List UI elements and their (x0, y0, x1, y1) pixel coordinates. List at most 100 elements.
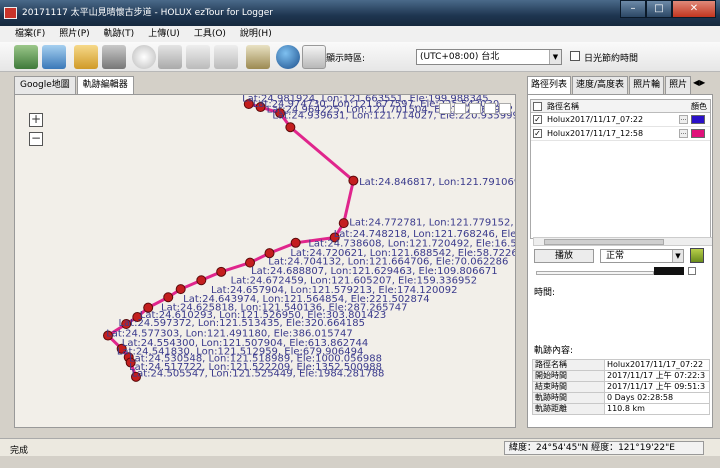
timezone-value: (UTC+08:00) 台北 (420, 52, 500, 62)
speed-select[interactable]: 正常 ▼ (600, 249, 684, 263)
tab-track-list[interactable]: 路徑列表 (527, 76, 572, 94)
track-point-marker[interactable] (175, 284, 186, 295)
window-controls: – □ ✕ (620, 0, 716, 20)
menu-bar: 檔案(F) 照片(P) 軌跡(T) 上傳(U) 工具(O) 說明(H) (0, 26, 720, 42)
zoom-in-button[interactable]: + (29, 113, 43, 127)
info-value: 110.8 km (604, 403, 710, 415)
google-earth-icon[interactable] (276, 45, 300, 69)
clock-icon[interactable] (132, 45, 156, 69)
menu-help[interactable]: 說明(H) (233, 26, 279, 42)
kmz-icon[interactable] (302, 45, 326, 69)
table-row: 軌跡時間 0 Days 02:28:58 (532, 392, 710, 404)
info-key: 軌跡距離 (532, 403, 605, 415)
track-point-marker[interactable] (338, 218, 349, 229)
minimize-button[interactable]: – (620, 0, 646, 18)
cursor-coordinates: 緯度：24°54'45"N 經度：121°19'22"E (504, 441, 704, 455)
track-row[interactable]: ✓ Holux2017/11/17_12:58 … (531, 127, 710, 141)
more-options-icon[interactable]: … (679, 129, 688, 138)
track-map[interactable]: Lat:24.981924, Lon:121.663551, Ele:199.9… (15, 95, 516, 428)
horizontal-scrollbar[interactable] (533, 237, 712, 246)
fit-icon[interactable] (499, 103, 511, 114)
menu-tools[interactable]: 工具(O) (187, 26, 233, 42)
playback-slider[interactable] (536, 271, 654, 275)
track-name: Holux2017/11/17_07:22 (547, 115, 644, 124)
locr-icon[interactable] (214, 45, 238, 69)
scroll-thumb[interactable] (544, 239, 664, 245)
tab-photo-wheel[interactable]: 照片輪 (629, 76, 665, 94)
info-key: 結束時間 (532, 381, 605, 393)
track-point-marker[interactable] (290, 237, 301, 248)
track-point-marker[interactable] (285, 122, 296, 133)
close-button[interactable]: ✕ (672, 0, 716, 18)
info-value: 0 Days 02:28:58 (604, 392, 710, 404)
table-icon[interactable] (484, 103, 496, 114)
tab-speed-altitude[interactable]: 速度/高度表 (572, 76, 629, 94)
tab-photos[interactable]: 照片 (665, 76, 692, 94)
track-content-label: 軌跡內容: (534, 346, 574, 356)
track-row[interactable]: ✓ Holux2017/11/17_07:22 … (531, 113, 710, 127)
title-bar: 20171117 太平山見晴懷古步道 - HOLUX ezTour for Lo… (0, 0, 720, 26)
track-color-swatch[interactable] (691, 129, 705, 138)
tab-track-editor[interactable]: 軌跡編輯器 (76, 76, 134, 95)
open-folder-icon[interactable] (74, 45, 98, 69)
app-icon (4, 7, 17, 19)
redo-icon[interactable] (454, 103, 466, 114)
track-point-marker[interactable] (348, 175, 359, 186)
track-name: Holux2017/11/17_12:58 (547, 129, 644, 138)
menu-file[interactable]: 檔案(F) (8, 26, 52, 42)
track-checkbox[interactable]: ✓ (533, 129, 542, 138)
track-point-marker[interactable] (216, 266, 227, 277)
trash-icon[interactable] (690, 248, 704, 263)
track-point-marker[interactable] (196, 275, 207, 286)
point-label: Lat:24.505547, Lon:121.525449, Ele:1984.… (132, 369, 385, 380)
point-label: Lat:24.597372, Lon:121.513435, Ele:320.6… (118, 318, 365, 329)
menu-upload[interactable]: 上傳(U) (141, 26, 187, 42)
more-options-icon[interactable]: … (679, 115, 688, 124)
import-icon[interactable] (42, 45, 66, 69)
option-checkbox[interactable] (688, 267, 696, 275)
info-value: 2017/11/17 上午 07:22:3 (604, 370, 710, 382)
select-all-checkbox[interactable] (533, 102, 542, 111)
logger-download-icon[interactable] (14, 45, 38, 69)
menu-photo[interactable]: 照片(P) (52, 26, 96, 42)
toolbar: 顯示時區: (UTC+08:00) 台北 ▼ 日光節約時間 (0, 42, 720, 72)
track-panel: 路徑名稱 顏色 ✓ Holux2017/11/17_07:22 … ✓ Holu… (527, 94, 713, 428)
report-icon[interactable] (246, 45, 270, 69)
maximize-button[interactable]: □ (646, 0, 672, 18)
window-title: 20171117 太平山見晴懷古步道 - HOLUX ezTour for Lo… (22, 8, 273, 18)
edit-icon[interactable] (469, 103, 481, 114)
track-checkbox[interactable]: ✓ (533, 115, 542, 124)
track-list-header: 路徑名稱 顏色 (531, 100, 710, 113)
track-color-swatch[interactable] (691, 115, 705, 124)
table-row: 軌跡距離 110.8 km (532, 403, 710, 415)
track-list: 路徑名稱 顏色 ✓ Holux2017/11/17_07:22 … ✓ Holu… (530, 99, 712, 246)
tab-google-map[interactable]: Google地圖 (14, 76, 76, 94)
right-tabs: 路徑列表 速度/高度表 照片輪 照片 (527, 76, 692, 94)
timezone-select[interactable]: (UTC+08:00) 台北 ▼ (416, 49, 562, 65)
map-panel[interactable]: Lat:24.981924, Lon:121.663551, Ele:199.9… (14, 94, 516, 428)
status-text: 完成 (10, 446, 29, 456)
info-value: 2017/11/17 上午 09:51:3 (604, 381, 710, 393)
play-button[interactable]: 播放 (534, 249, 594, 263)
time-label: 時間: (534, 288, 556, 298)
info-key: 路徑名稱 (532, 359, 605, 371)
dst-label: 日光節約時間 (584, 54, 639, 64)
info-value: Holux2017/11/17_07:22 (604, 359, 710, 371)
tab-scroll-arrows[interactable]: ◀▶ (693, 78, 705, 87)
header-track-name: 路徑名稱 (547, 102, 579, 111)
zoom-out-button[interactable]: − (29, 132, 43, 146)
table-row: 開始時間 2017/11/17 上午 07:22:3 (532, 370, 710, 382)
panel-splitter[interactable] (520, 72, 524, 428)
flickr-icon[interactable] (186, 45, 210, 69)
track-point-marker[interactable] (163, 292, 174, 303)
chevron-down-icon: ▼ (549, 50, 561, 64)
table-row: 路徑名稱 Holux2017/11/17_07:22 (532, 359, 710, 371)
menu-track[interactable]: 軌跡(T) (97, 26, 142, 42)
chevron-down-icon: ▼ (672, 250, 683, 262)
track-info-table: 路徑名稱 Holux2017/11/17_07:22 開始時間 2017/11/17… (532, 359, 710, 415)
header-color: 顏色 (691, 102, 707, 111)
undo-icon[interactable] (439, 103, 451, 114)
dst-checkbox[interactable] (570, 51, 580, 61)
photo-icon[interactable] (102, 45, 126, 69)
camera-sync-icon[interactable] (158, 45, 182, 69)
